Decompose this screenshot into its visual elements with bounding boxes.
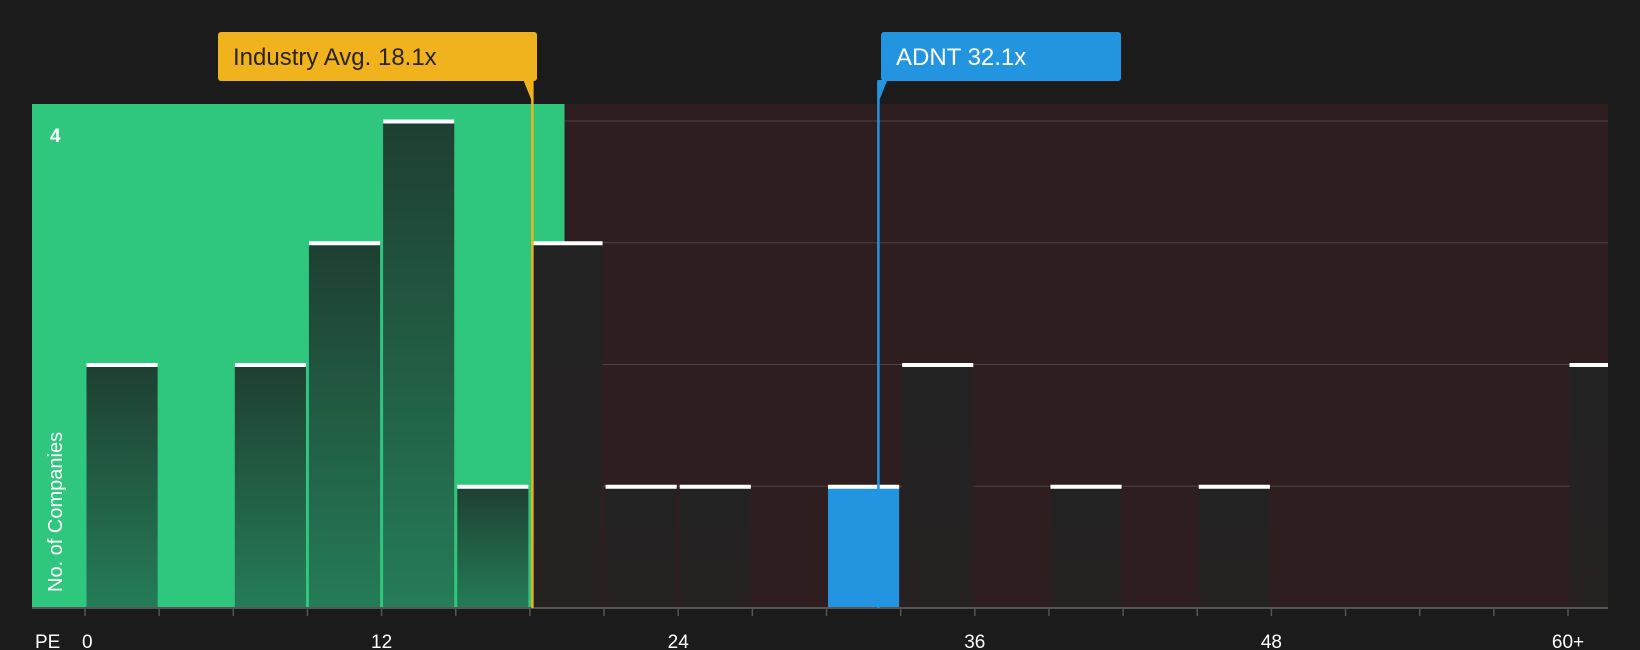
annotation-label: Industry Avg. 18.1x bbox=[233, 44, 437, 71]
histogram-bar bbox=[86, 364, 158, 608]
bar-top-cap bbox=[234, 363, 306, 367]
pe-distribution-chart: 0 12 24 36 48 60+ PE 4 No. of Companies Industry … bbox=[0, 0, 1640, 650]
bar-top-cap bbox=[902, 363, 974, 367]
bar-top-cap bbox=[1569, 363, 1608, 367]
histogram-bar bbox=[1198, 486, 1270, 608]
bar-top-cap bbox=[605, 484, 677, 489]
x-tick-label: 36 bbox=[964, 632, 985, 650]
histogram-bar bbox=[531, 242, 603, 608]
bar-top-cap bbox=[531, 241, 603, 246]
annotation-pointer bbox=[523, 80, 534, 105]
histogram-bar bbox=[234, 364, 306, 608]
histogram-bar bbox=[383, 121, 455, 608]
bar-top-cap bbox=[457, 484, 529, 489]
highlighted-bar bbox=[828, 486, 900, 608]
bar-top-cap bbox=[383, 119, 455, 124]
x-axis-label: PE bbox=[35, 632, 60, 650]
histogram-bar bbox=[902, 364, 974, 608]
annotation-pointer bbox=[877, 80, 888, 105]
bar-top-cap bbox=[679, 484, 751, 489]
y-tick-label: 4 bbox=[50, 126, 61, 147]
annotation-label: ADNT 32.1x bbox=[896, 44, 1026, 71]
bar-top-cap bbox=[308, 241, 381, 246]
histogram-bar bbox=[1569, 364, 1608, 608]
histogram-bar bbox=[679, 486, 751, 608]
histogram-bar bbox=[1050, 486, 1122, 608]
y-axis-label: No. of Companies bbox=[45, 432, 67, 592]
bar-top-cap bbox=[86, 363, 158, 367]
bar-top-cap bbox=[828, 484, 900, 489]
x-tick-label: 12 bbox=[371, 632, 392, 650]
chart-svg: 0 12 24 36 48 60+ PE 4 No. of Companies Industry … bbox=[32, 32, 1608, 650]
histogram-bar bbox=[605, 486, 677, 608]
x-tick-label: 48 bbox=[1261, 632, 1282, 650]
bar-top-cap bbox=[1198, 484, 1270, 489]
histogram-bar bbox=[457, 486, 529, 608]
x-tick-label: 24 bbox=[668, 632, 690, 650]
histogram-bar bbox=[308, 242, 381, 608]
x-tick-label: 60+ bbox=[1552, 632, 1584, 650]
x-tick-label: 0 bbox=[82, 632, 93, 650]
bar-top-cap bbox=[1050, 484, 1122, 489]
